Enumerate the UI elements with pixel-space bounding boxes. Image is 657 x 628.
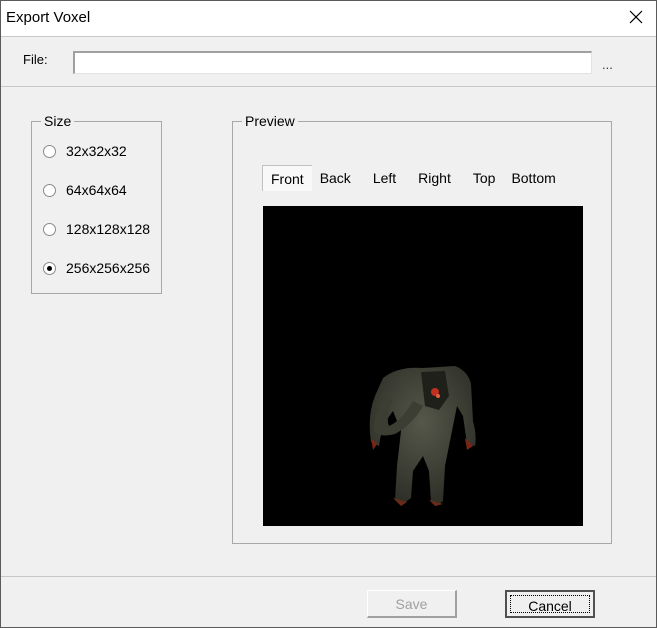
- preview-group: Preview Front Back Left Right Top Bottom: [232, 113, 612, 544]
- close-icon: [629, 10, 643, 24]
- preview-view-tabs: Front Back Left Right Top Bottom: [262, 165, 564, 191]
- radio-button[interactable]: [43, 144, 56, 158]
- size-option-256[interactable]: 256x256x256: [43, 260, 150, 276]
- tab-bottom[interactable]: Bottom: [503, 165, 563, 190]
- radio-button-selected[interactable]: [43, 261, 56, 275]
- cancel-button[interactable]: Cancel: [505, 590, 595, 618]
- size-option-128[interactable]: 128x128x128: [43, 221, 150, 237]
- preview-group-label: Preview: [242, 113, 298, 129]
- title-bar: Export Voxel: [1, 1, 656, 36]
- browse-button[interactable]: ...: [602, 57, 613, 72]
- window-title: Export Voxel: [6, 9, 91, 26]
- export-voxel-dialog: Export Voxel File: ... Size 32x32x32 64x…: [0, 0, 657, 628]
- cancel-button-label: Cancel: [510, 595, 590, 614]
- close-button[interactable]: [624, 7, 648, 29]
- size-option-label: 32x32x32: [66, 143, 127, 159]
- tab-top[interactable]: Top: [459, 165, 504, 190]
- size-option-64[interactable]: 64x64x64: [43, 182, 127, 198]
- size-option-label: 128x128x128: [66, 221, 151, 237]
- file-path-input[interactable]: [73, 51, 592, 74]
- tab-back[interactable]: Back: [312, 165, 359, 190]
- file-label: File:: [23, 52, 48, 67]
- tab-left[interactable]: Left: [359, 165, 404, 190]
- size-option-32[interactable]: 32x32x32: [43, 143, 127, 159]
- size-group-label: Size: [41, 113, 75, 129]
- dialog-footer: Save Cancel: [1, 576, 656, 628]
- size-group: Size 32x32x32 64x64x64 128x128x128 256x2…: [31, 113, 162, 294]
- tab-right[interactable]: Right: [404, 165, 459, 190]
- tab-front[interactable]: Front: [262, 165, 312, 191]
- save-button[interactable]: Save: [367, 590, 457, 618]
- file-bar: File: ...: [1, 36, 656, 87]
- size-option-label: 256x256x256: [66, 260, 151, 276]
- size-option-label: 64x64x64: [66, 182, 127, 198]
- radio-button[interactable]: [43, 183, 56, 197]
- preview-canvas[interactable]: [263, 206, 583, 526]
- voxel-model-image: [369, 366, 476, 506]
- radio-button[interactable]: [43, 222, 56, 236]
